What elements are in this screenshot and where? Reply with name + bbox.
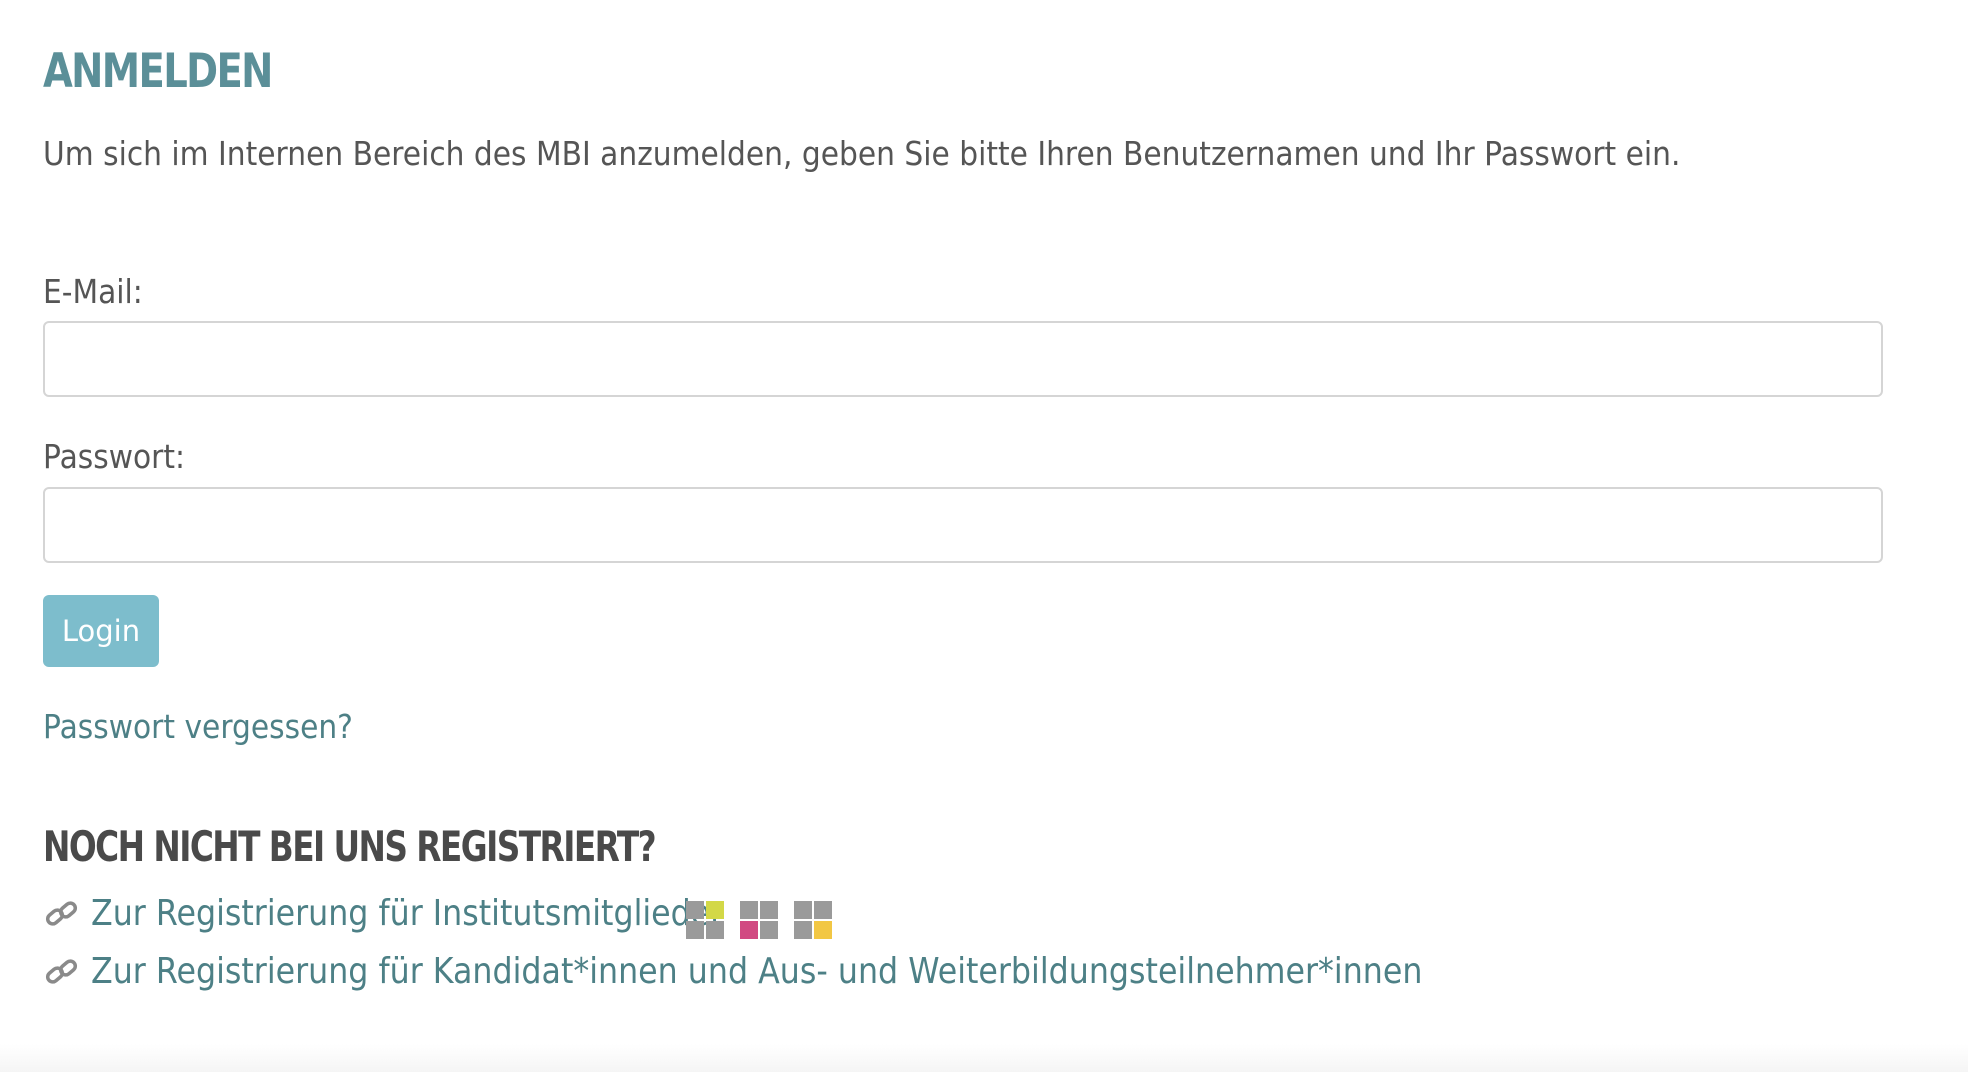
register-heading: NOCH NICHT BEI UNS REGISTRIERT? — [43, 822, 657, 871]
badge-group — [686, 901, 832, 939]
grid-badge-icon — [686, 901, 724, 939]
login-page: ANMELDEN Um sich im Internen Bereich des… — [0, 0, 1968, 1072]
badge-accent-tile — [706, 901, 724, 919]
link-icon — [45, 900, 78, 926]
register-row-candidates: Zur Registrierung für Kandidat*innen und… — [43, 951, 1604, 992]
intro-text: Um sich im Internen Bereich des MBI anzu… — [43, 134, 1681, 173]
register-candidates-link[interactable]: Zur Registrierung für Kandidat*innen und… — [91, 951, 1422, 992]
password-label: Passwort: — [43, 437, 186, 476]
forgot-password-link[interactable]: Passwort vergessen? — [43, 707, 353, 746]
password-field[interactable] — [43, 487, 1883, 563]
link-icon — [45, 958, 78, 984]
grid-badge-icon — [794, 901, 832, 939]
page-title: ANMELDEN — [43, 44, 273, 99]
register-row-members: Zur Registrierung für Institutsmitgliede… — [43, 893, 723, 934]
register-members-link[interactable]: Zur Registrierung für Institutsmitgliede… — [91, 893, 723, 934]
login-button[interactable]: Login — [43, 595, 159, 667]
email-label: E-Mail: — [43, 272, 143, 311]
grid-badge-icon — [740, 901, 778, 939]
email-field[interactable] — [43, 321, 1883, 397]
badge-accent-tile — [740, 921, 758, 939]
badge-accent-tile — [814, 921, 832, 939]
